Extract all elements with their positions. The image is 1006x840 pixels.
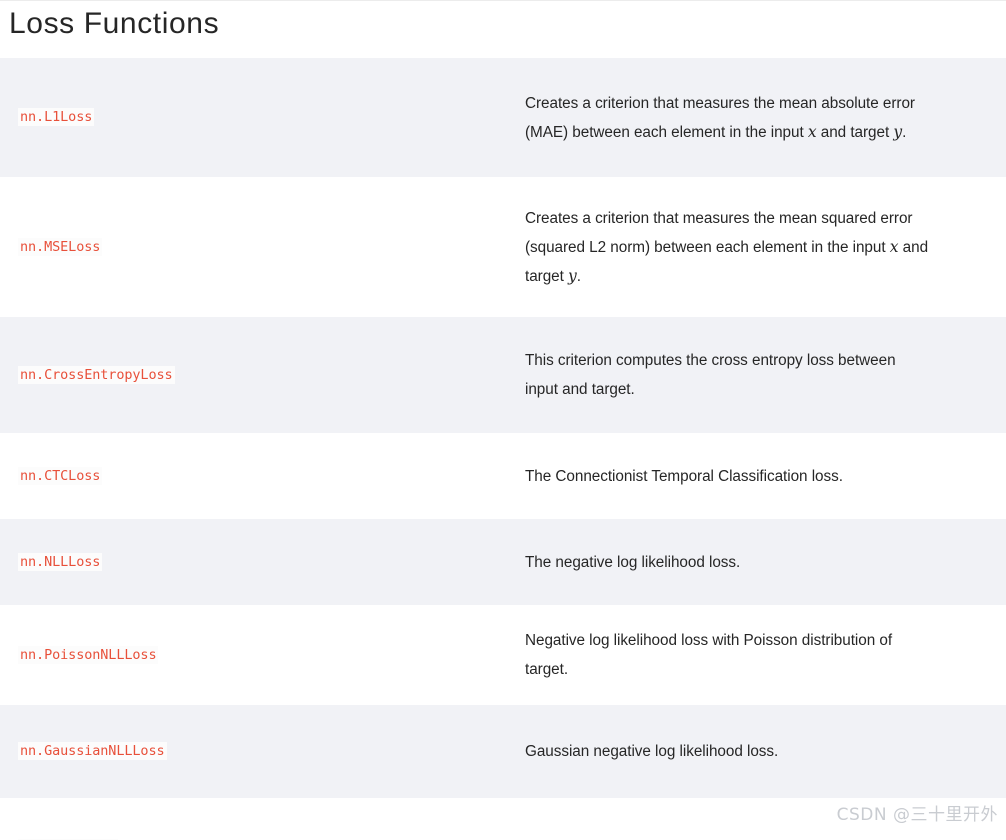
page-title: Loss Functions bbox=[9, 7, 220, 40]
description-text: and target bbox=[816, 123, 894, 141]
description-line: The negative log likelihood loss. bbox=[525, 548, 998, 577]
description-text: Creates a criterion that measures the me… bbox=[525, 209, 913, 227]
description-text: This criterion computes the cross entrop… bbox=[525, 352, 896, 369]
math-symbol: y bbox=[568, 266, 577, 285]
page-root: Loss Functions nn.L1Loss Creates a criter… bbox=[0, 0, 1006, 840]
api-link[interactable]: nn.CTCLoss bbox=[18, 466, 103, 485]
api-name-cell: nn.NLLLoss bbox=[0, 519, 525, 605]
description-text: Gaussian negative log likelihood loss. bbox=[525, 743, 779, 760]
api-link[interactable]: nn.CrossEntropyLoss bbox=[18, 365, 175, 384]
table-row: nn.NLLLoss The negative log likelihood lo… bbox=[0, 519, 1006, 605]
api-description: The Kullback-Leibler divergence loss mea… bbox=[525, 834, 998, 840]
api-description: Creates a criterion that measures the me… bbox=[525, 204, 998, 291]
api-name-cell: nn.GaussianNLLLoss bbox=[0, 705, 525, 798]
api-name-cell: nn.CTCLoss bbox=[0, 433, 525, 519]
description-line: Gaussian negative log likelihood loss. bbox=[525, 737, 998, 766]
loss-functions-table: nn.L1Loss Creates a criterion that measur… bbox=[0, 58, 1006, 840]
description-text: The negative log likelihood loss. bbox=[525, 553, 741, 571]
description-line: input and target. bbox=[525, 375, 998, 404]
api-description-cell: Creates a criterion that measures the me… bbox=[525, 177, 1006, 317]
description-text: Creates a criterion that measures the me… bbox=[525, 94, 915, 112]
loss-functions-table-body: nn.L1Loss Creates a criterion that measur… bbox=[0, 58, 1006, 840]
description-text: (squared L2 norm) between each element i… bbox=[525, 238, 890, 256]
description-line: target y. bbox=[525, 262, 998, 291]
math-symbol: y bbox=[893, 122, 903, 141]
description-text: Negative log likelihood loss with Poisso… bbox=[525, 632, 893, 649]
api-name-cell: nn.L1Loss bbox=[0, 58, 525, 177]
description-line: target. bbox=[525, 655, 998, 684]
table-row: nn.PoissonNLLLoss Negative log likelihood… bbox=[0, 605, 1006, 705]
api-link[interactable]: nn.L1Loss bbox=[18, 108, 95, 127]
description-text: . bbox=[576, 267, 581, 285]
description-text: input and target. bbox=[525, 381, 635, 398]
description-line: The Kullback-Leibler divergence loss mea… bbox=[525, 834, 998, 840]
description-text: The Connectionist Temporal Classificatio… bbox=[525, 467, 843, 485]
description-line: (MAE) between each element in the input … bbox=[525, 118, 998, 147]
api-description: Gaussian negative log likelihood loss. bbox=[525, 737, 998, 766]
description-text: (MAE) between each element in the input bbox=[525, 123, 808, 141]
top-edge-divider bbox=[0, 0, 1006, 1]
api-description: Creates a criterion that measures the me… bbox=[525, 89, 998, 147]
description-line: This criterion computes the cross entrop… bbox=[525, 346, 998, 375]
table-row: nn.KLDivLossThe Kullback-Leibler diverge… bbox=[0, 798, 1006, 840]
api-description-cell: The Kullback-Leibler divergence loss mea… bbox=[525, 798, 1006, 840]
api-description: This criterion computes the cross entrop… bbox=[525, 346, 998, 404]
api-name-cell: nn.MSELoss bbox=[0, 177, 525, 317]
table-row: nn.L1Loss Creates a criterion that measur… bbox=[0, 58, 1006, 177]
description-line: Creates a criterion that measures the me… bbox=[525, 204, 998, 233]
description-text: . bbox=[902, 123, 907, 141]
description-text: and bbox=[898, 238, 929, 256]
api-description-cell: Creates a criterion that measures the me… bbox=[525, 58, 1006, 177]
api-description: Negative log likelihood loss with Poisso… bbox=[525, 626, 998, 684]
api-link[interactable]: nn.NLLLoss bbox=[18, 552, 103, 571]
api-name-cell: nn.CrossEntropyLoss bbox=[0, 317, 525, 433]
table-row: nn.GaussianNLLLoss Gaussian negative log … bbox=[0, 705, 1006, 798]
table-row: nn.CTCLoss The Connectionist Temporal Cla… bbox=[0, 433, 1006, 519]
table-row: nn.MSELoss Creates a criterion that measu… bbox=[0, 177, 1006, 317]
api-description-cell: The Connectionist Temporal Classificatio… bbox=[525, 433, 1006, 519]
api-description: The Connectionist Temporal Classificatio… bbox=[525, 462, 998, 491]
api-link[interactable]: nn.MSELoss bbox=[18, 237, 103, 256]
api-link[interactable]: nn.PoissonNLLLoss bbox=[18, 645, 159, 664]
api-description-cell: Gaussian negative log likelihood loss. bbox=[525, 705, 1006, 798]
api-description-cell: The negative log likelihood loss. bbox=[525, 519, 1006, 605]
api-name-cell: nn.PoissonNLLLoss bbox=[0, 605, 525, 705]
api-name-cell: nn.KLDivLoss bbox=[0, 798, 525, 840]
api-description-cell: Negative log likelihood loss with Poisso… bbox=[525, 605, 1006, 705]
description-text: target. bbox=[525, 661, 569, 678]
api-description: The negative log likelihood loss. bbox=[525, 548, 998, 577]
description-line: Creates a criterion that measures the me… bbox=[525, 89, 998, 118]
table-row: nn.CrossEntropyLoss This criterion comput… bbox=[0, 317, 1006, 433]
description-line: (squared L2 norm) between each element i… bbox=[525, 233, 998, 262]
math-symbol: x bbox=[807, 122, 817, 141]
description-text: target bbox=[525, 267, 569, 285]
description-line: The Connectionist Temporal Classificatio… bbox=[525, 462, 998, 491]
description-line: Negative log likelihood loss with Poisso… bbox=[525, 626, 998, 655]
api-description-cell: This criterion computes the cross entrop… bbox=[525, 317, 1006, 433]
api-link[interactable]: nn.GaussianNLLLoss bbox=[18, 742, 167, 761]
